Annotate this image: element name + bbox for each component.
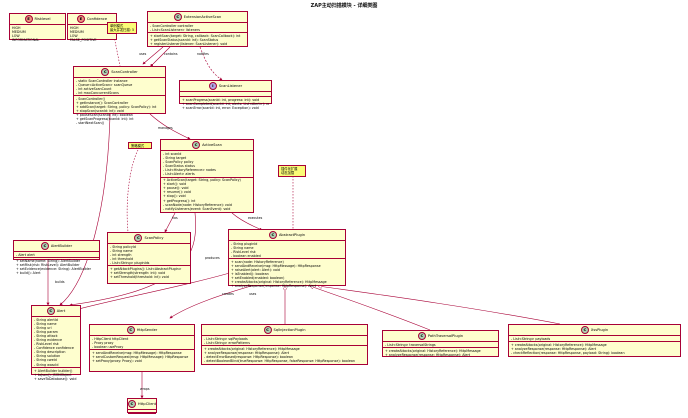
class-badge-icon: C <box>192 141 201 149</box>
class-abstract-plugin: C AbstractPlugin - String pluginId - Stri… <box>228 229 346 289</box>
field: - int maxConcurrentScans <box>76 90 119 95</box>
class-alert: C Alert - String alertId - String name - … <box>31 305 81 381</box>
class-badge-icon: C <box>268 231 277 239</box>
class-badge-icon: C <box>263 326 272 334</box>
field: - List<String> errorPatterns <box>204 340 250 345</box>
edge-label-uses: uses <box>139 52 147 56</box>
class-name: HttpClient <box>137 401 157 406</box>
class-name: ExtensionActiveScan <box>183 14 222 19</box>
class-sql-injection-plugin: C SqlInjectionPlugin - List<String> sqlPa… <box>201 324 368 365</box>
edge-plugin-httpsender <box>169 283 259 319</box>
class-badge-icon: C <box>46 307 55 315</box>
class-risklevel: E Risklevel HIGH MEDIUM LOW INFORMATIONAL <box>9 13 66 42</box>
edge-xss-plugin <box>318 286 561 325</box>
note-plugin-extension: 插件化扩展 动态加载 <box>278 165 306 177</box>
class-name: AbstractPlugin <box>278 232 306 237</box>
field: - String wascId <box>34 362 59 367</box>
enum-value: INFORMATIONAL <box>12 37 40 42</box>
edge-label-creates: creates <box>222 292 234 296</box>
class-scan-controller: C ScanController - static ScanController … <box>73 66 166 125</box>
field: - List<String> traversalStrings <box>385 342 436 347</box>
method: + scanProgress(scanId: int, progress: in… <box>182 97 260 102</box>
edge-label-wraps: wraps <box>140 387 150 391</box>
edge-label-executes: executes <box>248 216 263 220</box>
field: - List<String> pluginIds <box>110 260 150 265</box>
method: - checkReflection(response: HttpResponse… <box>511 350 625 355</box>
class-active-scan: C ActiveScan - int scanId - String target… <box>160 139 254 213</box>
class-badge-icon: C <box>40 242 49 250</box>
class-name: ScanPolicy <box>144 235 164 240</box>
class-badge-icon: C <box>417 332 426 340</box>
note-singleton: 单例模式 最大并发扫描: 5 <box>107 22 137 34</box>
method: + build(): Alert <box>16 270 41 275</box>
method: + analyzeResponse(response: HttpResponse… <box>231 284 317 289</box>
edge-label-notifies: notifies <box>197 52 209 56</box>
method: + saveToDatabase(): void <box>34 376 77 381</box>
class-badge-icon: C <box>126 326 135 334</box>
class-name: ScanListener <box>218 83 243 88</box>
field: - List<ScanListener> listeners <box>150 27 200 32</box>
class-http-client: C HttpClient <box>127 398 157 414</box>
class-name: Risklevel <box>34 16 51 21</box>
enum-value: FALSE_POSITIVE <box>70 37 97 42</box>
note2-connector <box>126 149 139 233</box>
class-scan-policy: C ScanPolicy - String policyId - String n… <box>107 232 191 284</box>
class-name: AlertBuilder <box>50 243 73 248</box>
method: - detectBooleanBlind(trueResponse: HttpR… <box>204 358 355 363</box>
method: - notifyListeners(event: ScanEvent): voi… <box>163 206 231 211</box>
edge-label-has: has <box>172 216 178 220</box>
edge-label-produces: produces <box>205 256 220 260</box>
class-xss-plugin: C XssPlugin - List<String> payloads + cre… <box>508 324 681 357</box>
method: + setThreshold(threshold: int): void <box>110 275 169 280</box>
class-badge-icon: C <box>173 13 182 21</box>
class-badge-icon: C <box>127 400 136 408</box>
method: + registerListener(listener: ScanListene… <box>150 41 228 46</box>
class-name: PathTraversalPlugin <box>427 333 464 338</box>
class-name: ActiveScan <box>202 142 222 147</box>
edge-label-manages: manages <box>158 126 173 130</box>
class-badge-icon: C <box>134 234 143 242</box>
field: - boolean useProxy <box>92 344 124 349</box>
edge-label-contains: contains <box>164 52 178 56</box>
class-http-sender: C HttpSender - HttpClient httpClient - Pr… <box>89 324 195 372</box>
edge-label-builds: builds <box>55 280 65 284</box>
method: + scanError(scanId: int, error: Exceptio… <box>182 105 259 110</box>
interface-badge-icon: I <box>208 82 217 90</box>
class-name: HttpSender <box>136 327 158 332</box>
enum-badge-icon: E <box>76 15 85 23</box>
class-alert-builder: C AlertBuilder - Alert alert + setName(na… <box>13 240 100 275</box>
edge-label-uses-sender: uses <box>249 292 257 296</box>
method: + analyzeResponse(response: HttpResponse… <box>385 352 471 357</box>
edge-controller-alert <box>59 113 111 306</box>
class-path-traversal-plugin: C PathTraversalPlugin - List<String> trav… <box>382 330 499 357</box>
method: - startNextScan() <box>76 121 105 126</box>
class-badge-icon: C <box>101 68 110 76</box>
class-name: SqlInjectionPlugin <box>273 327 306 332</box>
field: - boolean enabled <box>231 253 261 258</box>
field: - List<String> payloads <box>511 336 551 341</box>
method: + setProxy(proxy: Proxy): void <box>92 358 142 363</box>
class-scan-listener: I ScanListener + scanProgress(scanId: int… <box>179 80 272 110</box>
class-extension-active-scan: C ExtensionActiveScan - ScanController co… <box>147 11 248 47</box>
note-strategy: 策略模式 <box>128 142 152 149</box>
class-badge-icon: C <box>580 326 589 334</box>
enum-badge-icon: E <box>24 15 33 23</box>
class-name: XssPlugin <box>590 327 609 332</box>
field: - Alert alert <box>16 252 35 257</box>
class-name: Confidence <box>86 16 108 21</box>
field: - List<Alert> alerts <box>163 171 195 176</box>
class-name: ScanController <box>111 69 138 74</box>
class-name: Alert <box>56 308 66 313</box>
